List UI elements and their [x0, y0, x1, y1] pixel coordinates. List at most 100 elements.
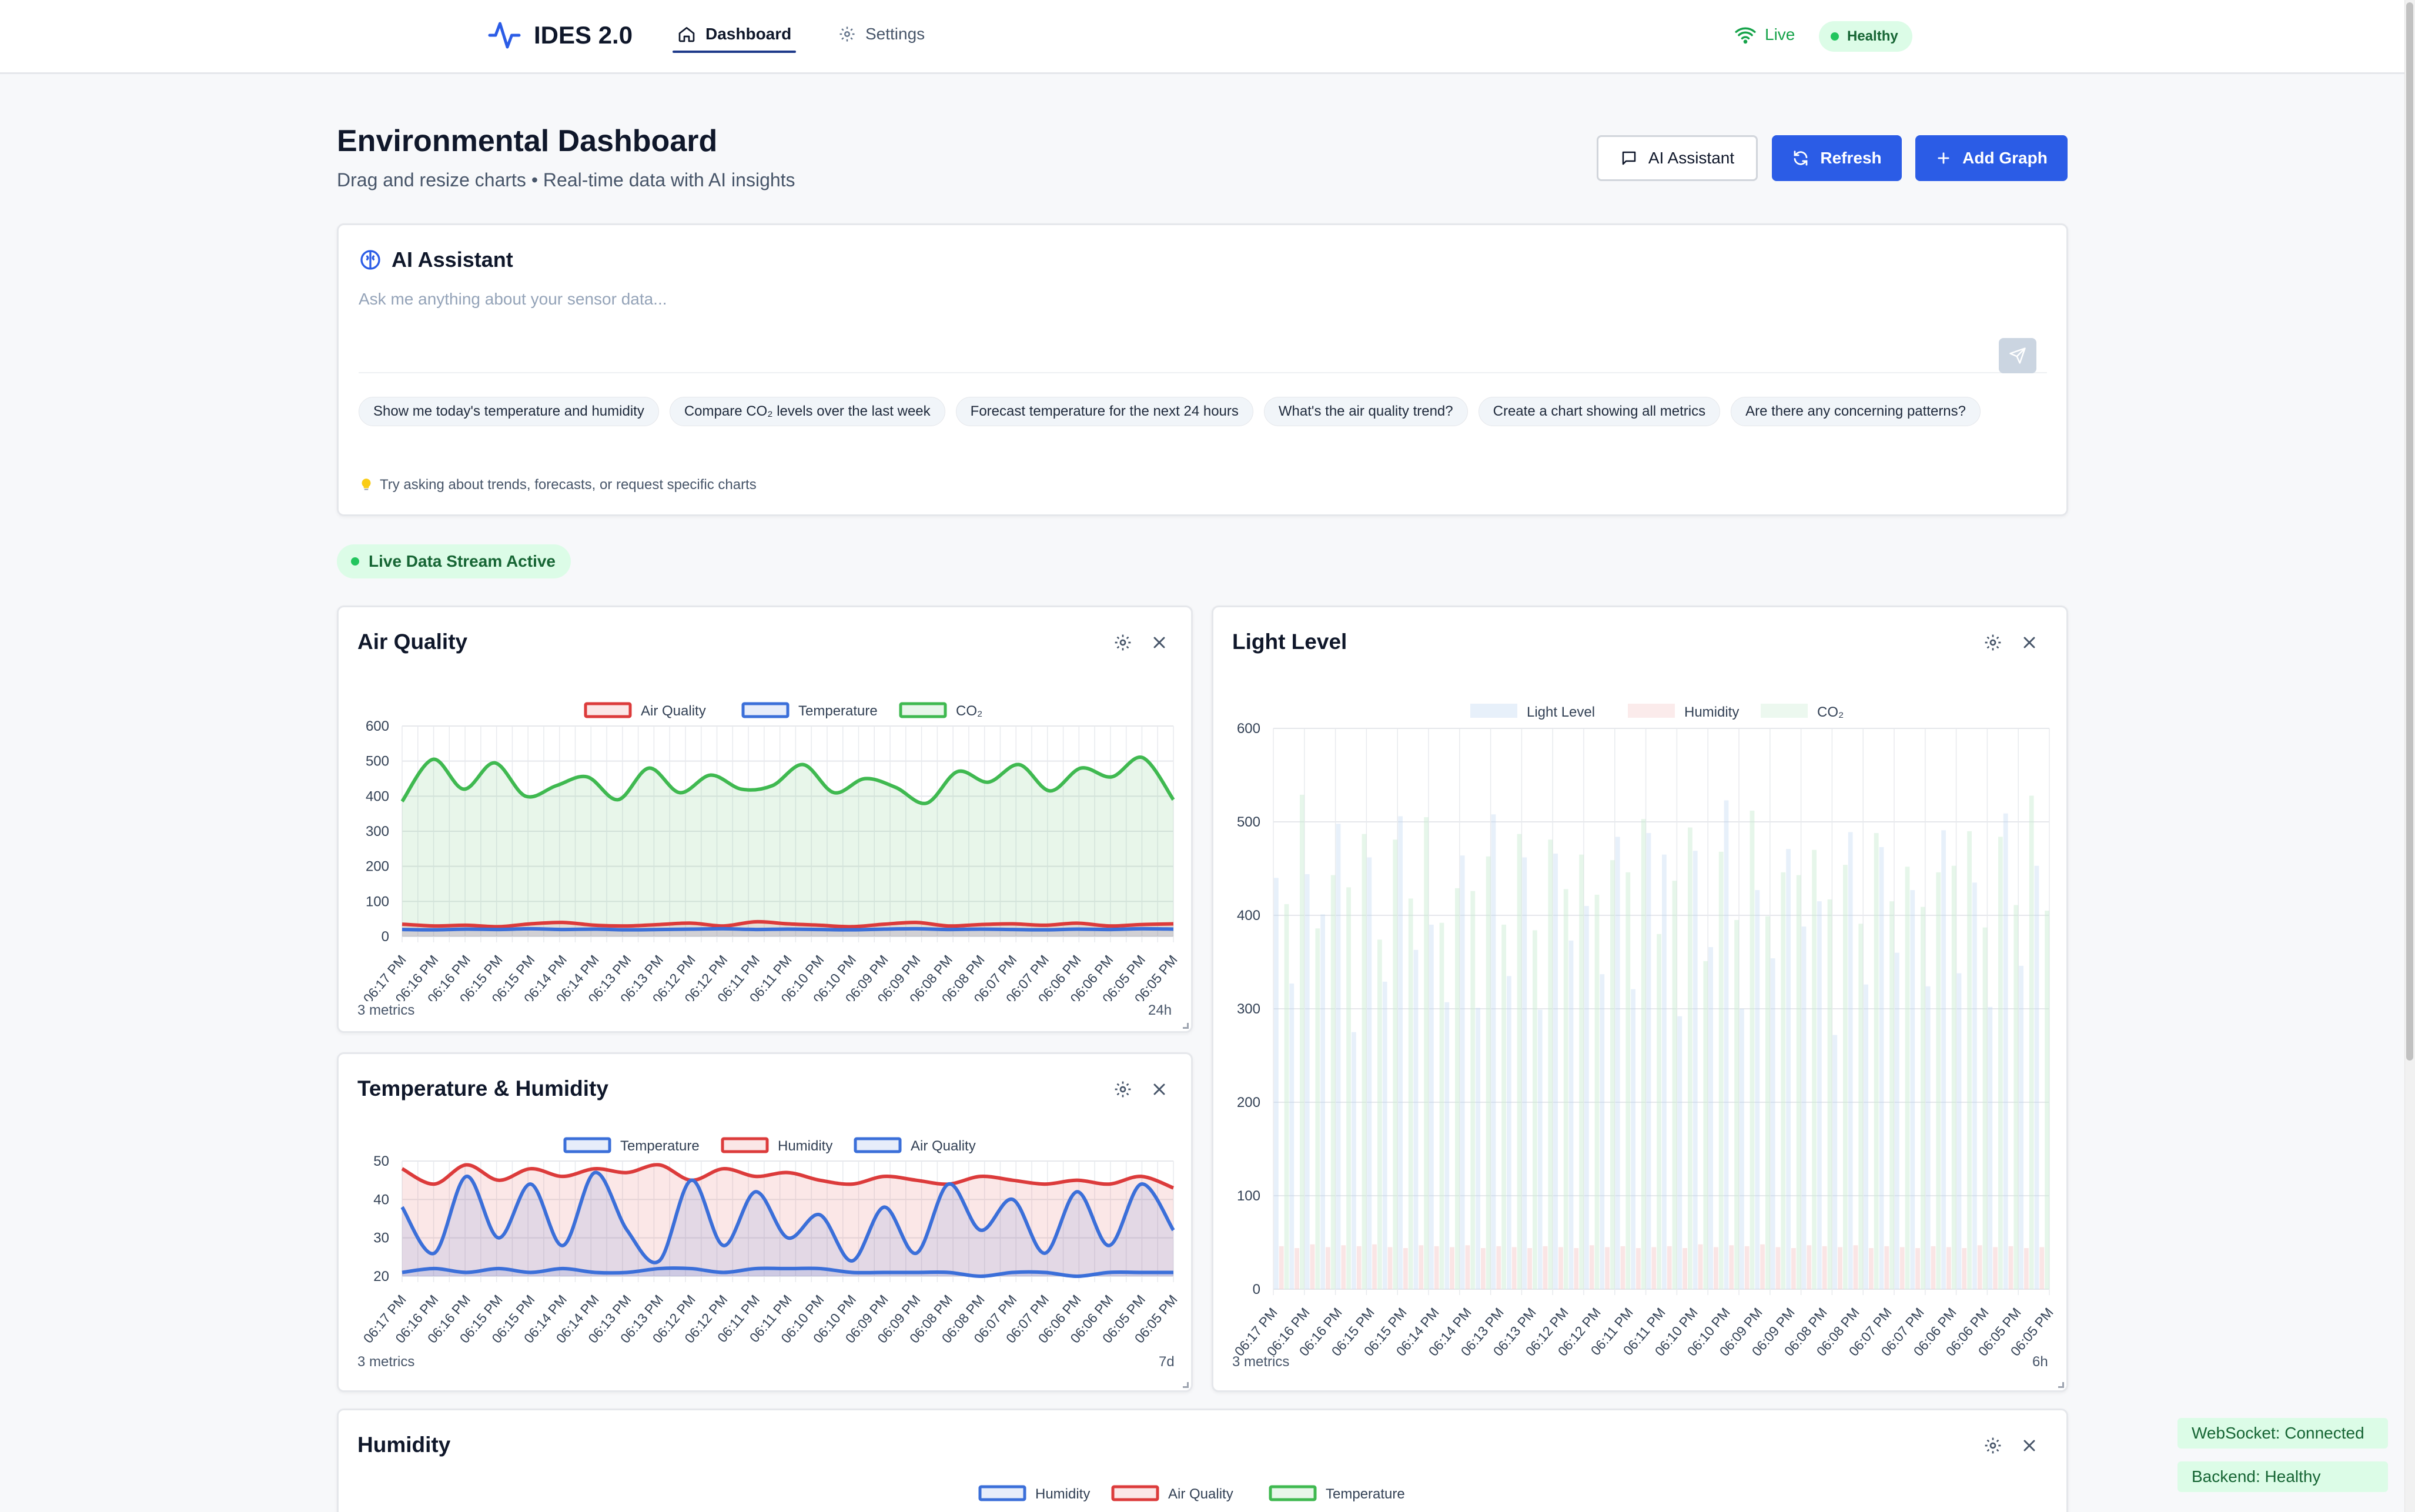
bar — [1967, 831, 1972, 1289]
bar — [1439, 922, 1444, 1289]
bar — [1589, 1245, 1594, 1289]
bar — [1419, 1245, 1424, 1289]
bar — [1895, 952, 1899, 1289]
bar — [1533, 930, 1537, 1289]
bar — [1284, 904, 1289, 1289]
bar — [1646, 833, 1651, 1289]
brand[interactable]: IDES 2.0 — [487, 18, 633, 53]
bar — [1620, 1246, 1625, 1289]
legend-swatch — [1111, 1485, 1159, 1501]
chart-card-humidity[interactable]: Humidity HumidityAir QualityTemperature5… — [337, 1409, 2068, 1512]
nav-settings[interactable]: Settings — [838, 25, 925, 44]
bar — [1398, 816, 1403, 1289]
refresh-button[interactable]: Refresh — [1772, 135, 1902, 181]
y-tick-label: 500 — [366, 754, 389, 770]
y-tick-label: 300 — [1237, 1001, 1260, 1017]
legend-swatch — [899, 702, 947, 718]
bar — [1977, 1245, 1982, 1289]
chart-card-light-level[interactable]: Light Level Light Level Humidity CO₂ 0 100 20… — [1212, 606, 2068, 1392]
status-dot — [1831, 32, 1839, 41]
bar — [1807, 1245, 1812, 1289]
ai-query-input[interactable]: Ask me anything about your sensor data..… — [359, 284, 2047, 373]
legend-swatch — [1761, 704, 1808, 718]
legend-label: Temperature — [620, 1138, 700, 1154]
bar — [1579, 854, 1584, 1289]
pulse-logo-icon — [488, 22, 521, 49]
close-icon[interactable] — [1150, 1080, 1169, 1099]
gear-icon[interactable] — [1983, 633, 2002, 652]
bar — [1708, 947, 1713, 1289]
legend-swatch — [1628, 704, 1675, 718]
bar — [1750, 810, 1755, 1289]
time-range: 24h — [1148, 1002, 1172, 1018]
legend-swatch — [741, 702, 790, 718]
suggestion-chip[interactable]: Compare CO₂ levels over the last week — [669, 397, 945, 426]
close-icon[interactable] — [2020, 1436, 2039, 1455]
resize-handle[interactable] — [1183, 1382, 1189, 1388]
bar — [1517, 834, 1522, 1289]
gear-icon[interactable] — [1983, 1436, 2002, 1455]
suggestion-chip[interactable]: What's the air quality trend? — [1263, 397, 1468, 426]
bar — [1501, 924, 1506, 1289]
y-tick-label: 200 — [366, 859, 389, 875]
metric-count: 3 metrics — [1232, 1354, 1290, 1370]
bar — [1631, 989, 1635, 1289]
lightbulb-icon — [362, 479, 371, 490]
chart-title: Air Quality — [357, 630, 468, 654]
ai-assistant-button[interactable]: AI Assistant — [1597, 135, 1758, 181]
gear-icon[interactable] — [1113, 633, 1132, 652]
bar — [1362, 834, 1367, 1289]
send-button[interactable] — [1999, 338, 2036, 373]
bar — [1387, 1247, 1393, 1289]
legend-swatch — [1269, 1485, 1317, 1501]
bar — [1683, 1248, 1687, 1289]
suggestion-chip[interactable]: Are there any concerning patterns? — [1731, 397, 1981, 426]
bar — [1962, 1248, 1967, 1289]
bar — [1832, 1035, 1838, 1289]
legend-label: Air Quality — [641, 703, 706, 719]
suggestion-chip[interactable]: Show me today's temperature and humidity — [359, 397, 659, 426]
close-icon[interactable] — [1150, 633, 1169, 652]
chart-card-temperature-humidity[interactable]: Temperature & Humidity Temperature Humidi… — [337, 1052, 1193, 1392]
bar — [1511, 1247, 1517, 1289]
legend-swatch — [978, 1485, 1026, 1501]
close-icon[interactable] — [2020, 633, 2039, 652]
resize-handle[interactable] — [2058, 1382, 2064, 1388]
chart-card-air-quality[interactable]: Air Quality Air Quality Temperature CO₂ 0 10… — [337, 606, 1193, 1033]
bar — [1734, 919, 1739, 1289]
suggestion-chip[interactable]: Create a chart showing all metrics — [1478, 397, 1721, 426]
bar — [1615, 837, 1620, 1289]
brain-icon — [360, 250, 380, 270]
bar — [1594, 895, 1600, 1289]
y-tick-label: 600 — [366, 718, 389, 734]
bar — [1408, 898, 1413, 1289]
bar — [1988, 1006, 1993, 1289]
legend-swatch — [1470, 704, 1517, 718]
suggestion-chip[interactable]: Forecast temperature for the next 24 hou… — [955, 397, 1253, 426]
bar — [1636, 1248, 1641, 1289]
scrollbar-thumb[interactable] — [2406, 2, 2413, 1061]
bar — [1951, 865, 1956, 1289]
ai-panel-header: AI Assistant — [359, 247, 513, 272]
legend-label: CO₂ — [956, 703, 982, 719]
gear-icon[interactable] — [1113, 1080, 1132, 1099]
bar — [1341, 1245, 1346, 1289]
bar — [1543, 1246, 1548, 1289]
bar — [1434, 1246, 1439, 1289]
resize-handle[interactable] — [1183, 1023, 1189, 1029]
bar — [1310, 1244, 1315, 1289]
bar — [2029, 795, 2034, 1289]
bar — [1320, 914, 1325, 1289]
add-graph-button[interactable]: Add Graph — [1915, 135, 2068, 181]
bar — [1770, 958, 1775, 1289]
y-tick-label: 200 — [1237, 1095, 1260, 1110]
bar — [1905, 867, 1910, 1289]
bar — [1315, 928, 1320, 1289]
bar — [1496, 1246, 1501, 1289]
temperature-humidity-chart: Temperature Humidity Air Quality2030405006… — [360, 1137, 1180, 1346]
live-stream-label: Live Data Stream Active — [369, 552, 556, 570]
nav-dashboard[interactable]: Dashboard — [673, 25, 797, 53]
bar — [2013, 905, 2019, 1289]
bar — [1600, 974, 1605, 1289]
bar — [1998, 837, 2003, 1289]
